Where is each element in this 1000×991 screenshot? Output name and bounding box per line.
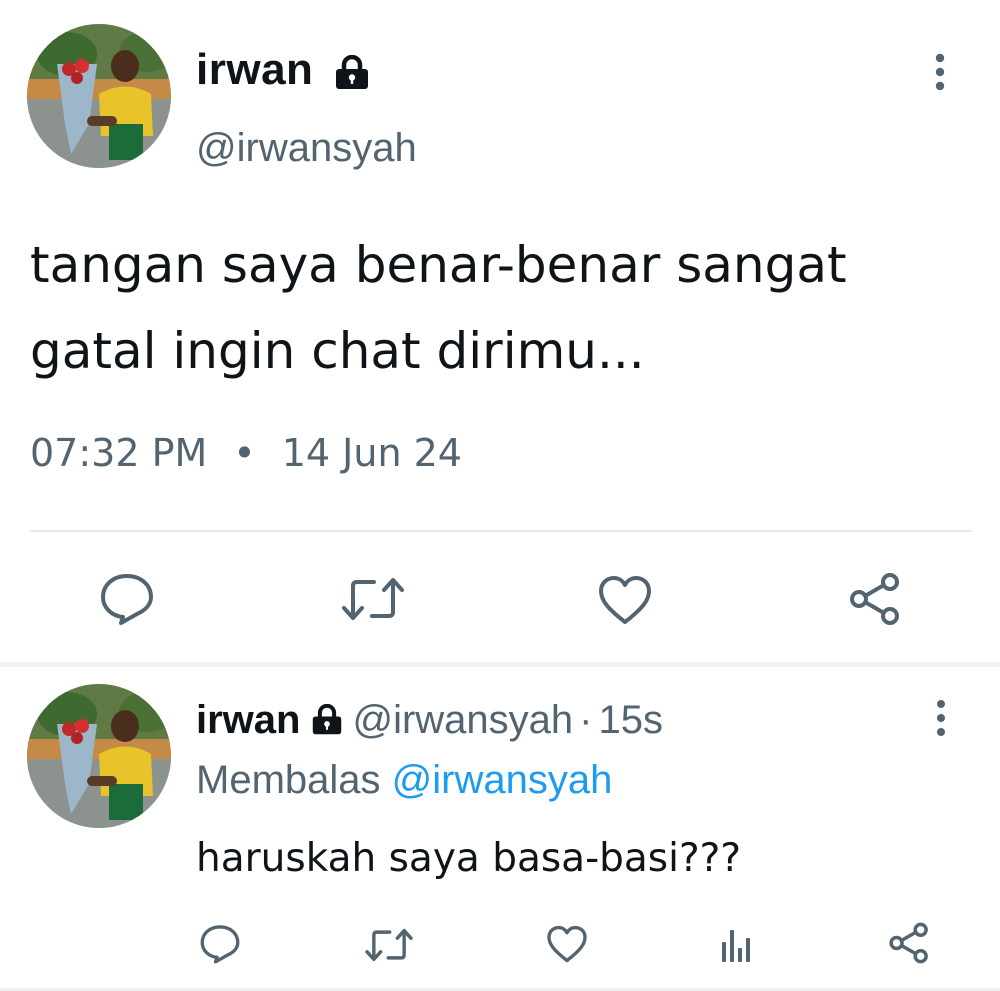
retweet-icon bbox=[365, 928, 413, 962]
share-icon bbox=[850, 573, 899, 625]
reply-avatar[interactable] bbox=[27, 684, 171, 828]
reply-header: irwan @irwansyah · 15s bbox=[196, 696, 663, 744]
replying-prefix: Membalas bbox=[196, 758, 381, 802]
lock-icon bbox=[336, 55, 368, 89]
reply-reply-button[interactable] bbox=[199, 924, 241, 964]
user-handle[interactable]: @irwansyah bbox=[196, 124, 417, 172]
share-button[interactable] bbox=[848, 572, 902, 626]
like-icon bbox=[599, 576, 651, 624]
reply-views-button[interactable] bbox=[719, 926, 753, 964]
meta-separator: • bbox=[233, 431, 256, 475]
reply-share-button[interactable] bbox=[888, 922, 930, 964]
reply-like-button[interactable] bbox=[546, 924, 588, 964]
reply-button[interactable] bbox=[99, 572, 155, 626]
retweet-icon bbox=[342, 578, 404, 620]
reply-text: haruskah saya basa-basi??? bbox=[196, 836, 742, 881]
reply-user-handle[interactable]: @irwansyah bbox=[352, 698, 573, 742]
retweet-button[interactable] bbox=[340, 574, 406, 624]
reply-display-name[interactable]: irwan bbox=[196, 698, 300, 742]
reply-age[interactable]: 15s bbox=[599, 698, 664, 742]
tweet-text: tangan saya benar-benar sangat gatal ing… bbox=[30, 236, 847, 380]
reply-icon bbox=[200, 925, 240, 964]
views-icon bbox=[722, 930, 750, 962]
lock-icon bbox=[313, 704, 342, 735]
avatar[interactable] bbox=[27, 24, 171, 168]
avatar-photo bbox=[27, 24, 171, 168]
avatar-photo bbox=[27, 684, 171, 828]
display-name[interactable]: irwan bbox=[196, 44, 313, 96]
section-divider bbox=[0, 662, 1000, 667]
share-icon bbox=[889, 922, 928, 964]
replying-to: Membalas @irwansyah bbox=[196, 756, 612, 804]
more-options-icon[interactable] bbox=[928, 698, 954, 738]
replying-mention-link[interactable]: @irwansyah bbox=[392, 758, 613, 802]
like-button[interactable] bbox=[597, 574, 653, 626]
more-options-icon[interactable] bbox=[926, 52, 954, 92]
reply-icon bbox=[101, 574, 153, 625]
divider bbox=[30, 530, 972, 532]
reply-retweet-button[interactable] bbox=[364, 926, 414, 964]
like-icon bbox=[547, 925, 587, 963]
reply-dot-separator: · bbox=[579, 698, 593, 742]
tweet-date: 14 Jun 24 bbox=[281, 431, 462, 475]
tweet-time: 07:32 PM bbox=[30, 431, 208, 475]
tweet-timestamp[interactable]: 07:32 PM • 14 Jun 24 bbox=[30, 428, 462, 478]
